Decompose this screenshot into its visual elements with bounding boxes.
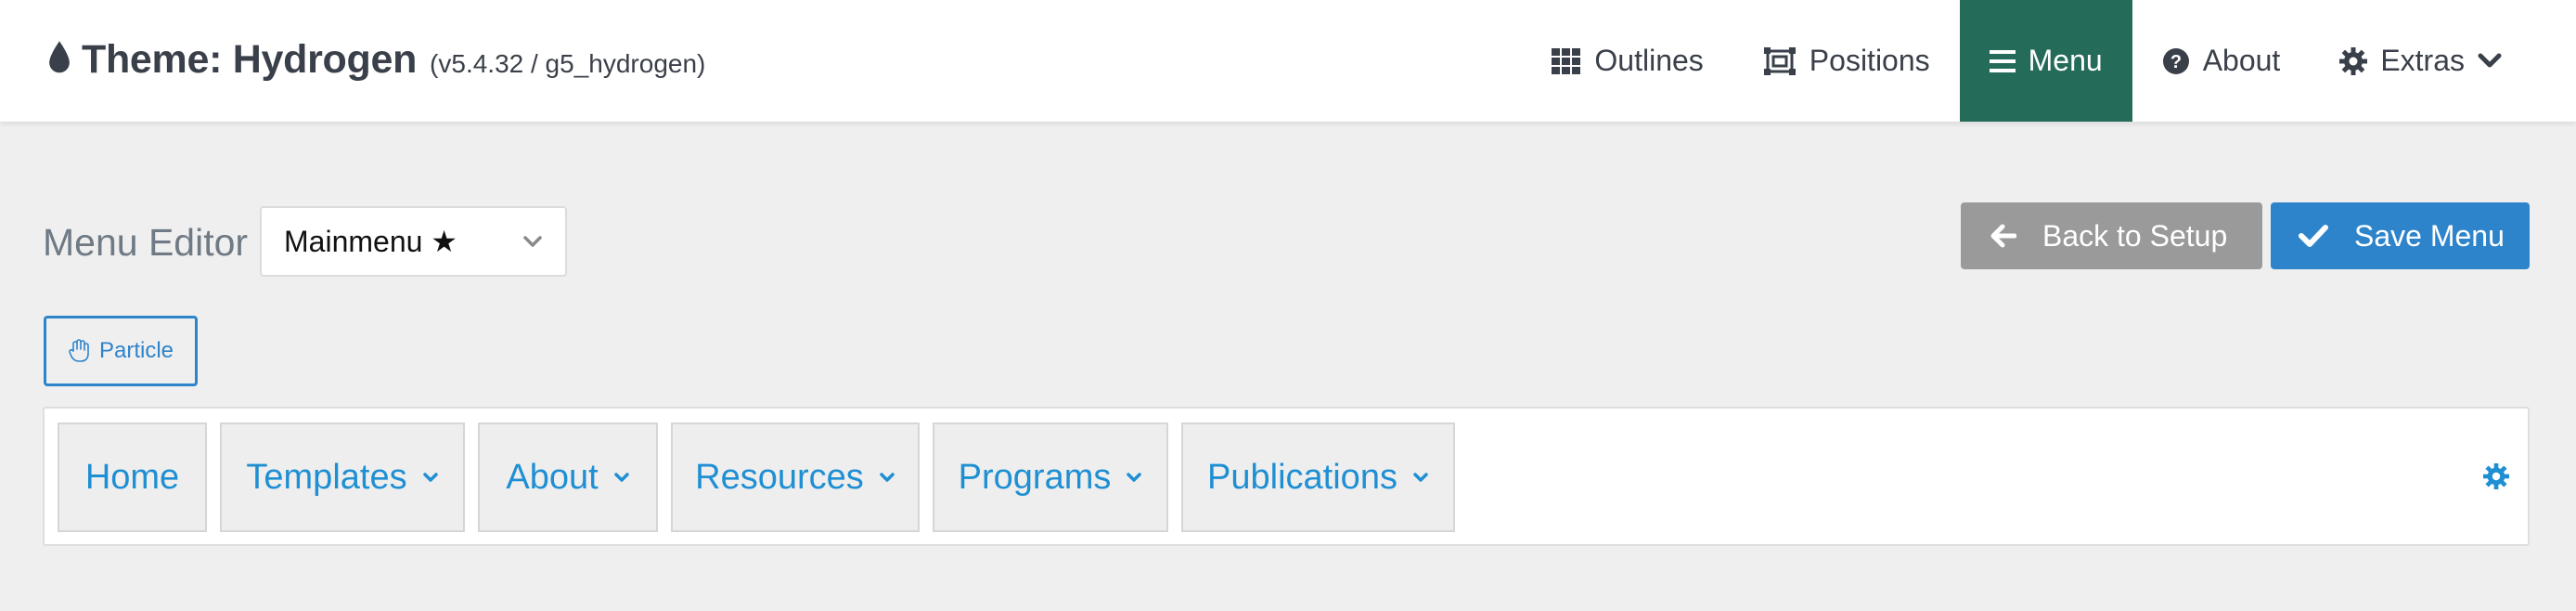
menu-item-label: Publications — [1207, 457, 1397, 497]
top-header: Theme: Hydrogen (v5.4.32 / g5_hydrogen) … — [0, 0, 2576, 122]
chevron-down-icon — [1413, 473, 1428, 482]
menu-item-label: About — [506, 457, 599, 497]
chevron-down-icon — [422, 473, 438, 482]
check-icon — [2299, 225, 2328, 247]
menu-item-templates[interactable]: Templates — [220, 422, 465, 532]
menu-select[interactable]: Mainmenu ★ — [260, 206, 567, 277]
menu-item-home[interactable]: Home — [58, 422, 207, 532]
grid-icon — [1552, 47, 1581, 74]
particle-draggable[interactable]: Particle — [44, 316, 198, 386]
back-to-setup-label: Back to Setup — [2042, 218, 2228, 253]
nav-menu-label: Menu — [2028, 44, 2103, 77]
menu-select-value: Mainmenu ★ — [284, 225, 457, 258]
menu-item-resources[interactable]: Resources — [671, 422, 920, 532]
menu-settings-gear-icon[interactable] — [2483, 463, 2509, 489]
theme-version: (v5.4.32 / g5_hydrogen) — [430, 49, 706, 78]
menu-items-list: Home Templates About Resources Programs … — [58, 422, 1455, 532]
save-menu-button[interactable]: Save Menu — [2271, 202, 2530, 269]
nav-extras-label: Extras — [2380, 44, 2465, 77]
menu-items-area: Home Templates About Resources Programs … — [43, 407, 2530, 546]
menu-item-programs[interactable]: Programs — [933, 422, 1168, 532]
nav-about[interactable]: ? About — [2132, 0, 2311, 122]
menu-item-publications[interactable]: Publications — [1181, 422, 1455, 532]
main-nav: Outlines Positions Menu ? About Extras — [1522, 0, 2576, 122]
nav-positions[interactable]: Positions — [1733, 0, 1960, 122]
nav-extras[interactable]: Extras — [2310, 0, 2576, 122]
menu-item-label: Templates — [246, 457, 407, 497]
chevron-down-icon — [613, 473, 629, 482]
nav-outlines[interactable]: Outlines — [1522, 0, 1732, 122]
bars-icon — [1989, 49, 2016, 72]
nav-positions-label: Positions — [1809, 44, 1930, 77]
chevron-down-icon — [523, 236, 542, 247]
menu-item-label: Programs — [958, 457, 1112, 497]
nav-about-label: About — [2202, 44, 2281, 77]
droplet-icon — [49, 40, 70, 72]
menu-item-label: Resources — [695, 457, 864, 497]
chevron-down-icon — [2478, 53, 2502, 67]
question-circle-icon: ? — [2162, 47, 2189, 74]
nav-outlines-label: Outlines — [1594, 44, 1704, 77]
arrow-left-icon — [1990, 224, 2016, 248]
theme-title: Theme: Hydrogen — [82, 37, 418, 82]
chevron-down-icon — [880, 473, 895, 482]
gear-icon — [2339, 46, 2368, 75]
nav-menu[interactable]: Menu — [1959, 0, 2132, 122]
svg-text:?: ? — [2170, 52, 2182, 72]
particle-label: Particle — [98, 338, 174, 363]
positions-icon — [1763, 46, 1796, 75]
back-to-setup-button[interactable]: Back to Setup — [1961, 202, 2262, 269]
menu-item-label: Home — [84, 457, 180, 497]
menu-item-about[interactable]: About — [478, 422, 658, 532]
chevron-down-icon — [1127, 473, 1142, 482]
theme-brand: Theme: Hydrogen (v5.4.32 / g5_hydrogen) — [46, 37, 705, 83]
save-menu-label: Save Menu — [2354, 218, 2505, 253]
hand-icon — [69, 339, 89, 362]
menu-editor-label: Menu Editor — [43, 221, 249, 264]
